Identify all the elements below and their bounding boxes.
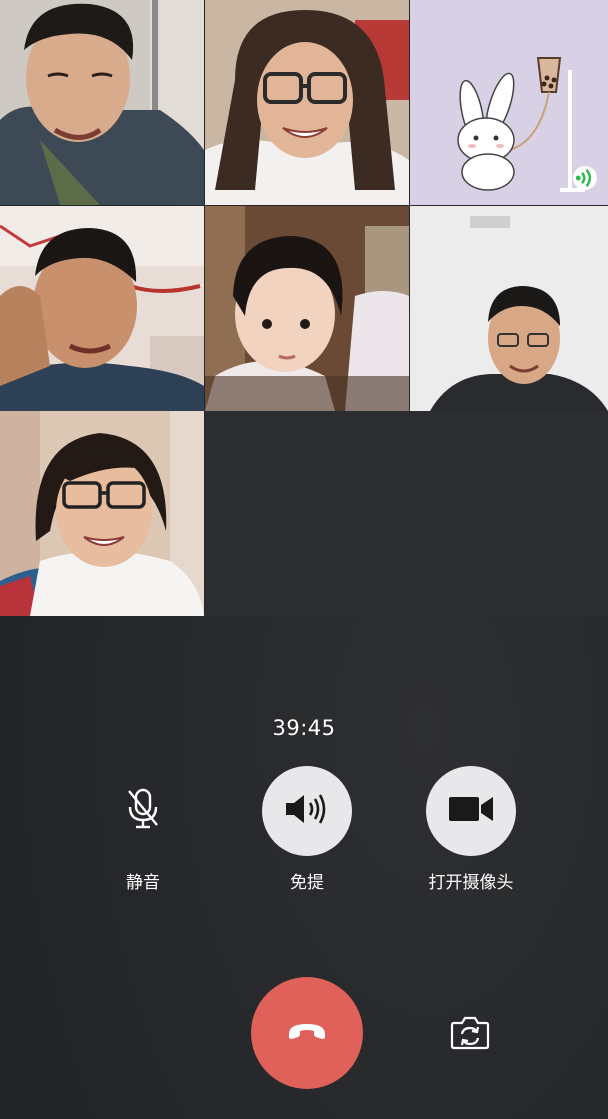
microphone-muted-icon (125, 787, 161, 835)
call-timer: 39:45 (272, 716, 336, 740)
participant-video-1[interactable] (0, 0, 204, 205)
empty-slot (410, 411, 608, 616)
participant-video-4[interactable] (0, 206, 204, 411)
mute-button-circle[interactable] (98, 766, 188, 856)
participant-video-7[interactable] (0, 411, 204, 616)
camera-button-circle[interactable] (426, 766, 516, 856)
hang-up-icon (285, 1021, 329, 1045)
speaker-icon (284, 791, 330, 831)
mute-label: 静音 (126, 873, 160, 893)
mute-button[interactable]: 静音 (83, 766, 203, 893)
switch-camera-button[interactable] (449, 1014, 491, 1054)
switch-camera-icon (450, 1014, 490, 1054)
participant-video-2[interactable] (205, 0, 409, 205)
video-camera-icon (447, 794, 495, 828)
participant-video-5[interactable] (205, 206, 409, 411)
participant-video-6[interactable] (410, 206, 608, 411)
hang-up-button[interactable] (251, 977, 363, 1089)
speaking-indicator-icon (573, 166, 597, 190)
speaker-button[interactable]: 免提 (247, 766, 367, 893)
camera-button[interactable]: 打开摄像头 (411, 766, 531, 893)
speaker-button-circle[interactable] (262, 766, 352, 856)
camera-label: 打开摄像头 (428, 873, 514, 893)
participant-avatar-3[interactable] (410, 0, 608, 205)
speaker-label: 免提 (290, 873, 324, 893)
participant-grid (0, 0, 608, 616)
empty-slot (205, 411, 409, 616)
